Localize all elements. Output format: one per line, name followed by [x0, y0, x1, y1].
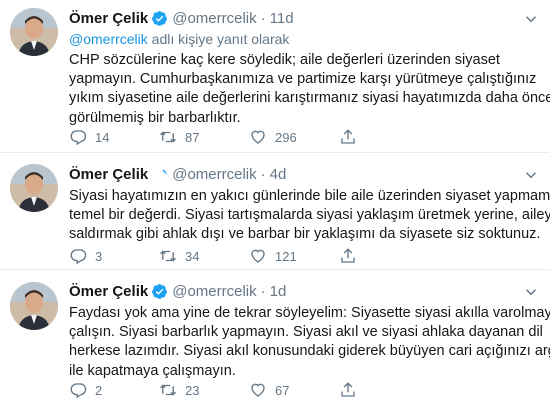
- separator-dot: ·: [260, 282, 266, 300]
- chevron-down-icon[interactable]: [522, 283, 540, 301]
- verified-badge-icon: [151, 283, 168, 300]
- verified-badge-icon: [151, 10, 168, 27]
- tweet-text-line: herkese lazımdır. Siyasi akıl konusundak…: [69, 343, 550, 360]
- like-icon: [251, 383, 265, 397]
- like-button[interactable]: 296: [249, 128, 339, 146]
- like-count: 296: [275, 129, 297, 145]
- share-button[interactable]: [339, 247, 369, 265]
- retweet-button[interactable]: 23: [159, 381, 249, 399]
- separator-dot: ·: [260, 9, 266, 27]
- tweet[interactable]: Ömer Çelik @omerrcelik · 4d Siyasi hayat…: [0, 153, 550, 270]
- tweet-feed: Ömer Çelik @omerrcelik · 11d @omerrcelik…: [0, 0, 550, 404]
- reply-button[interactable]: 2: [69, 381, 159, 399]
- author-name[interactable]: Ömer Çelik: [69, 283, 148, 300]
- tweet-time[interactable]: 1d: [270, 283, 287, 300]
- verified-badge-icon: [151, 166, 168, 183]
- like-button[interactable]: 67: [249, 381, 339, 399]
- retweet-button[interactable]: 34: [159, 247, 249, 265]
- reply-button[interactable]: 14: [69, 128, 159, 146]
- share-icon: [341, 382, 355, 397]
- tweet-text-line: Faydası yok ama yine de tekrar söyleyeli…: [69, 305, 550, 321]
- retweet-button[interactable]: 87: [159, 128, 249, 146]
- tweet[interactable]: Ömer Çelik @omerrcelik · 11d @omerrcelik…: [0, 0, 550, 153]
- reply-icon: [70, 383, 87, 399]
- chevron-down-icon[interactable]: [522, 166, 540, 184]
- share-icon: [341, 248, 355, 263]
- retweet-count: 34: [185, 248, 200, 264]
- tweet-header: Ömer Çelik @omerrcelik · 11d: [69, 8, 524, 28]
- retweet-icon: [160, 250, 176, 262]
- like-count: 67: [275, 382, 290, 398]
- chevron-down-icon[interactable]: [522, 10, 540, 28]
- tweet-text-line: ile kapatmaya çalışmayın.: [69, 362, 236, 379]
- author-name[interactable]: Ömer Çelik: [69, 10, 148, 27]
- tweet-text: Siyasi hayatımızın en yakıcı günlerinde …: [69, 187, 550, 245]
- author-handle[interactable]: @omerrcelik: [172, 166, 256, 183]
- share-icon: [341, 129, 355, 144]
- tweet-actions: 3 34 121: [69, 246, 429, 266]
- author-handle[interactable]: @omerrcelik: [172, 283, 256, 300]
- tweet-text-line: Siyasi hayatımızın en yakıcı günlerinde …: [69, 188, 550, 204]
- reply-context: @omerrcelik adlı kişiye yanıt olarak: [69, 31, 289, 47]
- retweet-count: 23: [185, 382, 200, 398]
- avatar[interactable]: [10, 164, 58, 212]
- retweet-icon: [160, 384, 176, 396]
- reply-count: 14: [95, 129, 110, 145]
- tweet-text-line: temel bir değerdi. Siyasi tartışmalarda …: [69, 207, 550, 224]
- like-count: 121: [275, 248, 297, 264]
- reply-mention-link[interactable]: @omerrcelik: [69, 31, 148, 47]
- tweet-text-line: yıkım siyasetine aile değerlerini karışt…: [69, 90, 550, 107]
- tweet-text: Faydası yok ama yine de tekrar söyleyeli…: [69, 304, 550, 381]
- reply-button[interactable]: 3: [69, 247, 159, 265]
- retweet-count: 87: [185, 129, 200, 145]
- share-button[interactable]: [339, 128, 369, 146]
- reply-suffix: adlı kişiye yanıt olarak: [147, 31, 290, 47]
- author-handle[interactable]: @omerrcelik: [172, 10, 256, 27]
- reply-count: 2: [95, 382, 103, 398]
- like-icon: [251, 130, 265, 144]
- reply-icon: [70, 249, 87, 265]
- tweet[interactable]: Ömer Çelik @omerrcelik · 1d Faydası yok …: [0, 270, 550, 404]
- separator-dot: ·: [260, 165, 266, 183]
- tweet-actions: 2 23 67: [69, 380, 429, 400]
- retweet-icon: [160, 131, 176, 143]
- tweet-header: Ömer Çelik @omerrcelik · 4d: [69, 164, 524, 184]
- tweet-text-line: çalışın. Siyasi barbarlık yapmayın. Siya…: [69, 324, 543, 341]
- reply-count: 3: [95, 248, 103, 264]
- tweet-text-line: yapmayın. Cumhurbaşkanımıza ve partimize…: [69, 71, 537, 88]
- avatar[interactable]: [10, 8, 58, 56]
- tweet-actions: 14 87 296: [69, 127, 429, 147]
- tweet-header: Ömer Çelik @omerrcelik · 1d: [69, 281, 524, 301]
- tweet-text-line: saldırmak gibi ahlak dışı ve barbar bir …: [69, 226, 541, 243]
- tweet-text-line: görülmemiş bir barbarlıktır.: [69, 109, 241, 126]
- tweet-text: CHP sözcülerine kaç kere söyledik; aile …: [69, 51, 550, 128]
- share-button[interactable]: [339, 381, 369, 399]
- avatar[interactable]: [10, 282, 58, 330]
- tweet-time[interactable]: 11d: [270, 10, 294, 27]
- like-button[interactable]: 121: [249, 247, 339, 265]
- author-name[interactable]: Ömer Çelik: [69, 166, 148, 183]
- like-icon: [251, 249, 265, 263]
- tweet-text-line: CHP sözcülerine kaç kere söyledik; aile …: [69, 52, 500, 68]
- reply-icon: [70, 130, 87, 146]
- tweet-time[interactable]: 4d: [270, 166, 287, 183]
